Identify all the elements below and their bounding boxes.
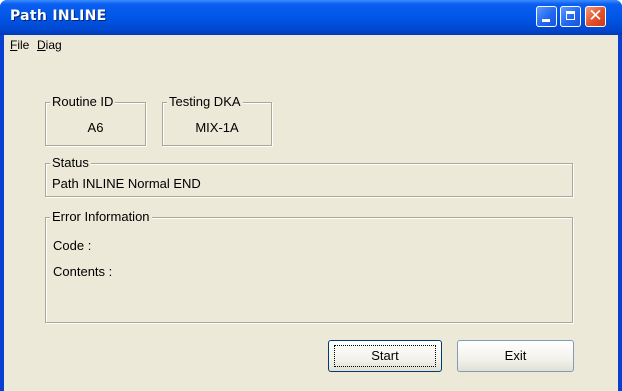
routine-id-label: Routine ID [50,94,116,110]
exit-button[interactable]: Exit [457,340,574,372]
window-title: Path INLINE [10,8,107,24]
start-button-label: Start [371,348,399,363]
close-button[interactable]: ✕ [585,6,606,27]
status-label: Status [50,155,91,171]
status-value: Path INLINE Normal END [52,176,201,191]
menu-bar: File Diag [4,35,618,55]
routine-id-value: A6 [87,120,104,135]
error-code-label: Code : [53,238,92,253]
minimize-button[interactable] [536,6,557,27]
maximize-icon [566,11,575,20]
client-area: File Diag Routine ID A6 Testing DKA MIX-… [4,35,618,391]
status-group: Status Path INLINE Normal END [45,155,573,197]
routine-id-group: Routine ID A6 [45,94,146,146]
start-button[interactable]: Start [328,340,442,372]
menu-file[interactable]: File [10,38,29,52]
error-contents-label: Contents : [53,264,113,279]
testing-dka-group: Testing DKA MIX-1A [162,94,272,146]
close-icon: ✕ [588,6,603,26]
testing-dka-value: MIX-1A [195,120,239,135]
title-bar[interactable]: Path INLINE ✕ [0,0,622,35]
error-information-group: Error Information Code : Contents : [45,209,573,323]
minimize-icon [542,19,550,22]
maximize-button[interactable] [560,6,581,27]
error-information-label: Error Information [50,209,152,225]
menu-file-label: ile [17,38,30,52]
menu-diag[interactable]: Diag [37,38,62,52]
menu-diag-label: iag [45,38,62,52]
testing-dka-label: Testing DKA [167,94,243,110]
menu-diag-mnemonic: D [37,38,46,52]
app-window: Path INLINE ✕ File Diag Routine ID A6 Te… [0,0,622,391]
exit-button-label: Exit [504,348,527,363]
